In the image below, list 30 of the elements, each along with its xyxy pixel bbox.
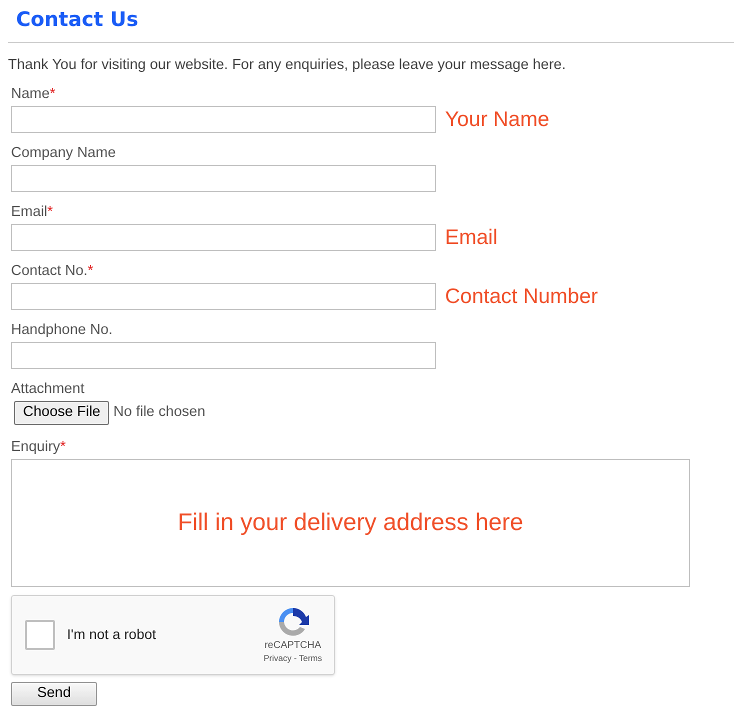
enquiry-field[interactable]: Fill in your delivery address here (11, 458, 690, 587)
intro-text: Thank You for visiting our website. For any enquiries, please leave your message here. (8, 56, 567, 75)
required-mark: * (47, 202, 53, 221)
recaptcha-brand: reCAPTCHA (264, 638, 322, 652)
annotation-text: Your Name (445, 108, 550, 130)
page-title: Contact Us (16, 6, 140, 33)
required-mark: * (88, 262, 94, 280)
choose-file-button[interactable]: Choose File (14, 400, 110, 425)
send-button[interactable]: Send (11, 682, 97, 706)
text-field[interactable] (11, 282, 436, 310)
annotation-text: Fill in your delivery address here (178, 508, 524, 538)
annotation-text: Email (445, 226, 498, 248)
captcha-checkbox[interactable] (25, 620, 55, 650)
field-label: Name (11, 84, 50, 103)
text-field[interactable] (11, 106, 436, 133)
annotation-text: Contact Number (445, 286, 598, 307)
field-label: Contact No. (11, 262, 88, 280)
required-mark: * (60, 438, 66, 456)
captcha-label: I'm not a robot (67, 625, 156, 644)
required-mark: * (50, 84, 56, 103)
text-field[interactable] (11, 164, 436, 192)
field-label: Handphone No. (11, 320, 113, 339)
field-label: Company Name (11, 144, 116, 162)
file-status: No file chosen (113, 402, 206, 422)
field-label: Email (11, 202, 48, 221)
privacy-terms-link[interactable]: Privacy - Terms (264, 652, 322, 665)
text-field[interactable] (11, 342, 436, 369)
text-field[interactable] (11, 224, 436, 251)
field-label: Enquiry (11, 438, 60, 456)
field-label: Attachment (11, 380, 84, 398)
